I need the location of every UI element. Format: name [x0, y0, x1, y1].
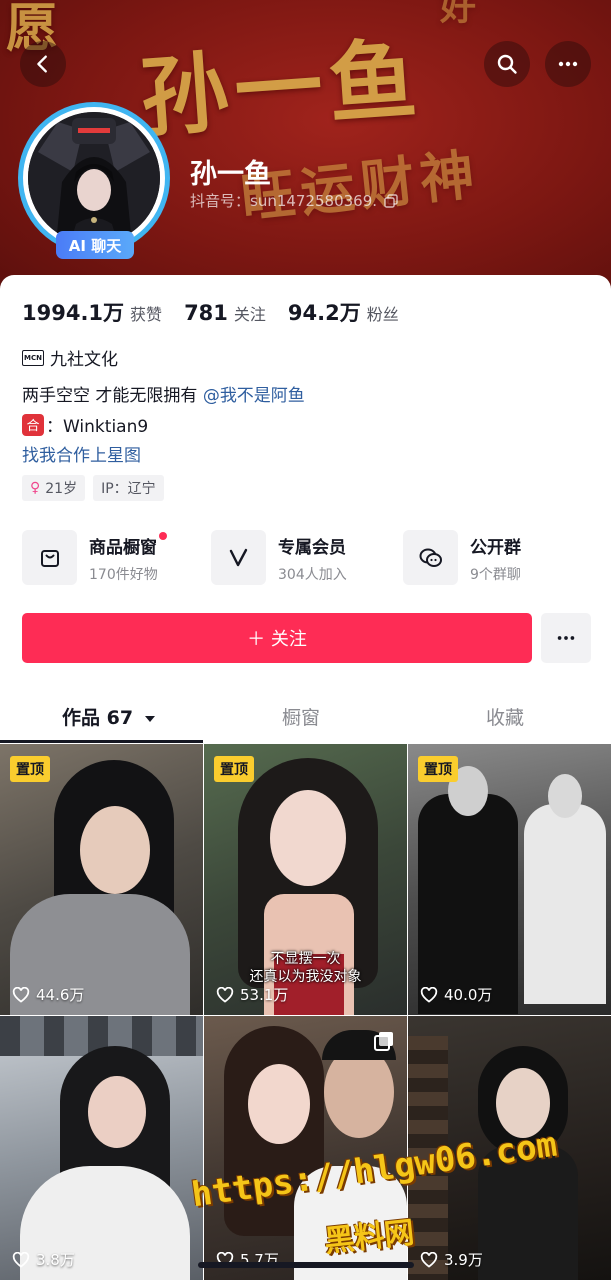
bio-mention-link[interactable]: @我不是阿鱼	[203, 386, 305, 406]
stat-likes-label: 获赞	[130, 305, 163, 324]
service-membership[interactable]: 专属会员 304人加入	[211, 530, 347, 585]
banner-calligraphy-title: 孙一鱼	[137, 26, 426, 150]
avatar-image	[23, 107, 165, 249]
xingtu-link[interactable]: 找我合作上星图	[22, 441, 141, 466]
tab-shop-window[interactable]: 橱窗	[282, 703, 320, 730]
video-caption: 不显摆一次	[270, 951, 341, 967]
cooperation-badge-icon: 合	[22, 413, 44, 436]
video-likes: 40.0万	[420, 984, 492, 1005]
contact-line: 合 ：Winktian9	[22, 412, 148, 437]
ip-location-tag: IP：辽宁	[93, 475, 164, 501]
tab-favorites[interactable]: 收藏	[486, 703, 524, 730]
search-button[interactable]	[484, 41, 530, 87]
service-public-group[interactable]: 公开群 9个群聊	[403, 530, 521, 585]
v-member-icon	[211, 530, 266, 585]
douyin-id-text: 抖音号：sun1472580369.	[190, 192, 378, 210]
service-group-title: 公开群	[470, 538, 521, 558]
search-icon	[497, 54, 517, 74]
video-tile[interactable]: 置顶 40.0万	[408, 744, 611, 1015]
service-shop-sub: 170件好物	[89, 567, 158, 583]
stat-following-count: 781	[184, 301, 228, 325]
profile-bio: 两手空空 才能无限拥有 @我不是阿鱼	[22, 381, 305, 406]
service-membership-sub: 304人加入	[278, 567, 347, 583]
video-likes: 44.6万	[12, 984, 84, 1005]
service-shop-title: 商品橱窗	[89, 532, 167, 558]
stat-following[interactable]: 781 关注	[184, 301, 266, 325]
pinned-badge: 置顶	[214, 756, 254, 782]
stat-likes-count: 1994.1万	[22, 301, 125, 325]
douyin-id[interactable]: 抖音号：sun1472580369.	[190, 190, 398, 211]
age-tag: ♀ 21岁	[22, 475, 86, 501]
back-button[interactable]	[20, 41, 66, 87]
stat-followers-count: 94.2万	[287, 301, 361, 325]
profile-banner: 愿 好 孙一鱼 旺运财神 AI 聊天 孙一鱼 抖音号：sun1472580369…	[0, 0, 611, 300]
heart-icon	[216, 986, 234, 1003]
more-options-button[interactable]	[545, 41, 591, 87]
copy-icon[interactable]	[384, 194, 398, 208]
multi-image-icon	[374, 1032, 393, 1051]
home-indicator[interactable]	[198, 1262, 414, 1268]
chevron-left-icon	[37, 55, 47, 73]
stat-followers[interactable]: 94.2万 粉丝	[288, 297, 399, 327]
stat-followers-label: 粉丝	[366, 305, 399, 324]
video-likes: 3.9万	[420, 1249, 483, 1270]
ellipsis-icon	[558, 61, 578, 67]
ip-location-text: IP：辽宁	[101, 481, 156, 497]
profile-tabs: 作品 67 橱窗 收藏	[0, 689, 611, 743]
video-likes: 3.8万	[12, 1249, 75, 1270]
service-membership-title: 专属会员	[278, 538, 346, 558]
follow-button[interactable]: ＋ 关注	[22, 613, 532, 663]
age-text: 21岁	[45, 481, 78, 497]
active-tab-indicator	[0, 740, 203, 743]
profile-tags: ♀ 21岁 IP：辽宁	[22, 475, 172, 501]
mcn-icon: MCN	[22, 349, 44, 366]
caret-down-icon	[144, 716, 155, 722]
shopping-bag-icon	[22, 530, 77, 585]
contact-text: ：Winktian9	[46, 417, 149, 437]
heart-icon	[12, 1251, 30, 1268]
tab-works[interactable]: 作品 67	[62, 703, 156, 730]
ai-chat-badge[interactable]: AI 聊天	[56, 231, 134, 259]
avatar-illustration	[28, 112, 160, 244]
heart-icon	[12, 986, 30, 1003]
notification-dot	[158, 532, 167, 540]
banner-calligraphy-top: 好	[440, 0, 483, 28]
profile-nickname: 孙一鱼	[190, 159, 271, 190]
video-tile[interactable]: 3.8万	[0, 1016, 203, 1280]
heart-icon	[420, 1251, 438, 1268]
service-entries: 商品橱窗 170件好物 专属会员 304人加入 公开群 9个群聊	[22, 530, 592, 586]
service-group-sub: 9个群聊	[470, 567, 521, 583]
pinned-badge: 置顶	[10, 756, 50, 782]
female-icon: ♀	[30, 480, 41, 496]
mcn-name: 九社文化	[50, 350, 118, 370]
chat-bubbles-icon	[403, 530, 458, 585]
watermark-name: 黑料网	[322, 1215, 416, 1260]
pinned-badge: 置顶	[418, 756, 458, 782]
heart-icon	[420, 986, 438, 1003]
bio-text: 两手空空 才能无限拥有	[22, 386, 203, 406]
more-actions-button[interactable]	[541, 613, 591, 663]
service-shop-window[interactable]: 商品橱窗 170件好物	[22, 530, 167, 585]
mcn-agency[interactable]: MCN 九社文化	[22, 345, 118, 370]
video-tile[interactable]: 置顶 不显摆一次 还真以为我没对象 53.1万	[204, 744, 407, 1015]
video-tile[interactable]: 置顶 44.6万	[0, 744, 203, 1015]
video-likes: 53.1万	[216, 984, 288, 1005]
profile-stats: 1994.1万 获赞 781 关注 94.2万 粉丝	[22, 297, 421, 327]
ellipsis-icon	[557, 636, 575, 640]
stat-likes[interactable]: 1994.1万 获赞	[22, 297, 162, 327]
stat-following-label: 关注	[233, 305, 266, 324]
